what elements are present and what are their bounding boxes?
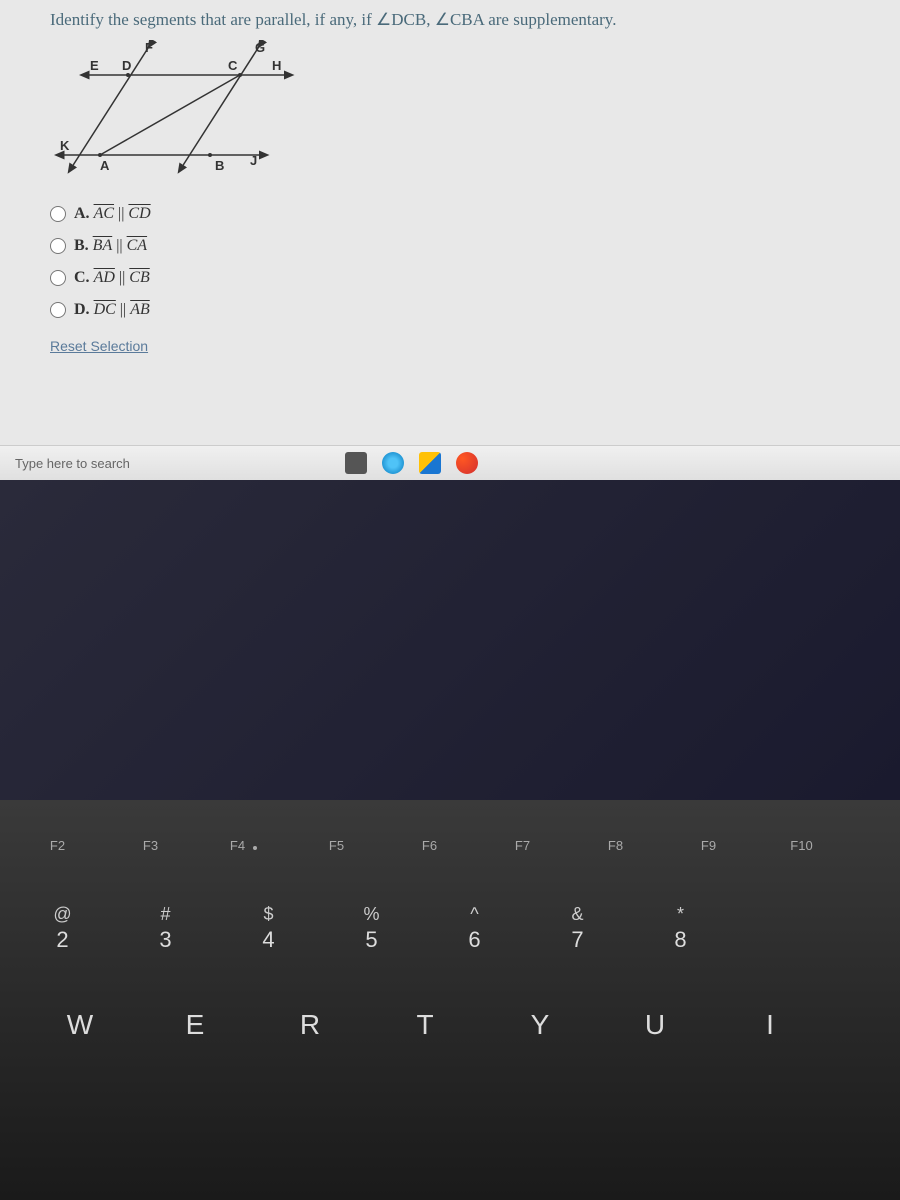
f7-key[interactable]: F7: [485, 830, 560, 861]
key-8[interactable]: *8: [638, 896, 723, 961]
geometry-diagram: E D F C G H K A B J: [50, 40, 310, 180]
reset-selection-link[interactable]: Reset Selection: [50, 338, 148, 354]
svg-text:J: J: [250, 153, 257, 168]
key-2[interactable]: @2: [20, 896, 105, 961]
laptop-bezel: [0, 480, 900, 800]
svg-text:A: A: [100, 158, 110, 173]
dot-icon: [253, 846, 257, 850]
edge-icon[interactable]: [382, 452, 404, 474]
key-i[interactable]: I: [730, 1001, 810, 1049]
key-u[interactable]: U: [615, 1001, 695, 1049]
option-d[interactable]: D. DC || AB: [50, 301, 850, 319]
f4-key[interactable]: F4: [206, 830, 281, 861]
key-r[interactable]: R: [270, 1001, 350, 1049]
windows-taskbar: Type here to search: [0, 445, 900, 480]
radio-a[interactable]: [50, 206, 66, 222]
key-w[interactable]: W: [40, 1001, 120, 1049]
key-t[interactable]: T: [385, 1001, 465, 1049]
taskbar-icons: [345, 452, 478, 474]
option-c[interactable]: C. AD || CB: [50, 269, 850, 287]
question-text: Identify the segments that are parallel,…: [50, 10, 850, 30]
key-3[interactable]: #3: [123, 896, 208, 961]
svg-text:E: E: [90, 58, 99, 73]
f2-key[interactable]: F2: [20, 830, 95, 861]
svg-text:F: F: [145, 40, 153, 55]
f8-key[interactable]: F8: [578, 830, 653, 861]
svg-text:G: G: [255, 40, 265, 55]
f6-key[interactable]: F6: [392, 830, 467, 861]
task-view-icon[interactable]: [345, 452, 367, 474]
f10-key[interactable]: F10: [764, 830, 839, 861]
svg-text:B: B: [215, 158, 224, 173]
answer-options: A. AC || CD B. BA || CA C. AD || CB: [50, 205, 850, 319]
key-4[interactable]: $4: [226, 896, 311, 961]
number-key-row: @2 #3 $4 %5 ^6 &7 *8: [0, 871, 900, 971]
quiz-content: Identify the segments that are parallel,…: [0, 0, 900, 445]
keyboard: F2 F3 F4 F5 F6 F7 F8 F9 F10 @2 #3 $4 %5 …: [0, 800, 900, 1200]
radio-d[interactable]: [50, 302, 66, 318]
browser-window: Identify the segments that are parallel,…: [0, 0, 900, 480]
f5-key[interactable]: F5: [299, 830, 374, 861]
svg-text:D: D: [122, 58, 131, 73]
radio-c[interactable]: [50, 270, 66, 286]
option-b[interactable]: B. BA || CA: [50, 237, 850, 255]
search-input[interactable]: Type here to search: [15, 456, 130, 471]
key-e[interactable]: E: [155, 1001, 235, 1049]
key-y[interactable]: Y: [500, 1001, 580, 1049]
file-explorer-icon[interactable]: [419, 452, 441, 474]
function-key-row: F2 F3 F4 F5 F6 F7 F8 F9 F10: [0, 800, 900, 871]
option-a[interactable]: A. AC || CD: [50, 205, 850, 223]
f9-key[interactable]: F9: [671, 830, 746, 861]
key-5[interactable]: %5: [329, 896, 414, 961]
app-icon[interactable]: [456, 452, 478, 474]
key-6[interactable]: ^6: [432, 896, 517, 961]
letter-key-row: W E R T Y U I: [0, 971, 900, 1059]
f3-key[interactable]: F3: [113, 830, 188, 861]
svg-text:K: K: [60, 138, 70, 153]
svg-text:C: C: [228, 58, 238, 73]
svg-text:H: H: [272, 58, 281, 73]
key-7[interactable]: &7: [535, 896, 620, 961]
radio-b[interactable]: [50, 238, 66, 254]
